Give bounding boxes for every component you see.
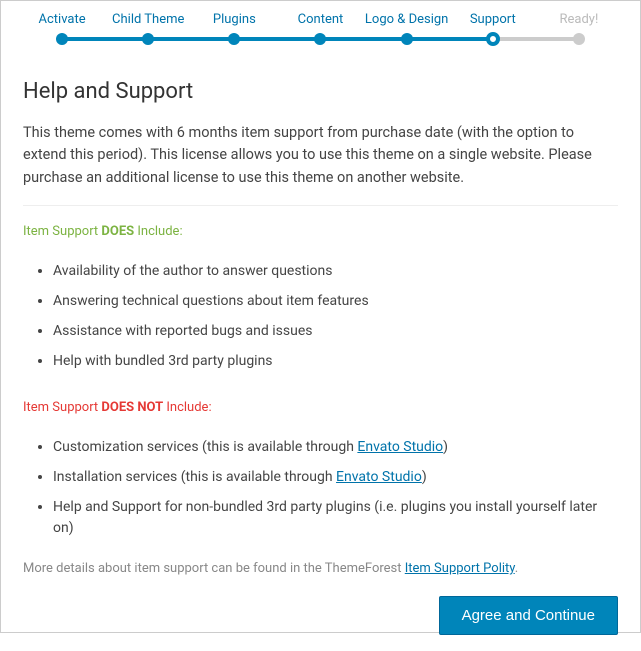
- agree-continue-button[interactable]: Agree and Continue: [439, 596, 618, 635]
- footer-note: More details about item support can be f…: [23, 561, 618, 576]
- step-dot: [401, 33, 413, 45]
- step-dot: [314, 33, 326, 45]
- step-dot-current: [486, 32, 500, 46]
- step-logo-design[interactable]: Logo & Design: [364, 11, 450, 49]
- step-label: Plugins: [213, 12, 256, 27]
- step-label: Child Theme: [112, 12, 184, 27]
- list-text: ): [422, 469, 427, 485]
- header-strong: DOES NOT: [101, 400, 163, 415]
- step-label: Support: [470, 12, 516, 27]
- list-item: Answering technical questions about item…: [53, 291, 618, 312]
- list-text: Customization services (this is availabl…: [53, 439, 357, 455]
- step-dot: [56, 33, 68, 45]
- list-text: ): [443, 439, 448, 455]
- header-suffix: Include:: [163, 400, 211, 415]
- intro-text: This theme comes with 6 months item supp…: [23, 122, 618, 189]
- header-strong: DOES: [101, 224, 134, 239]
- content-panel: Help and Support This theme comes with 6…: [1, 49, 640, 651]
- button-row: Agree and Continue: [23, 596, 618, 635]
- step-label: Ready!: [560, 12, 599, 27]
- list-item: Help and Support for non-bundled 3rd par…: [53, 497, 618, 539]
- step-support[interactable]: Support: [450, 11, 536, 49]
- divider: [23, 205, 618, 206]
- does-not-include-list: Customization services (this is availabl…: [31, 437, 618, 539]
- list-item: Installation services (this is available…: [53, 467, 618, 488]
- list-item: Assistance with reported bugs and issues: [53, 321, 618, 342]
- header-suffix: Include:: [134, 224, 182, 239]
- footer-text: More details about item support can be f…: [23, 561, 405, 576]
- does-include-list: Availability of the author to answer que…: [31, 261, 618, 372]
- item-support-policy-link[interactable]: Item Support Polity: [405, 561, 515, 576]
- page-title: Help and Support: [23, 79, 618, 104]
- step-dot: [228, 33, 240, 45]
- list-item: Help with bundled 3rd party plugins: [53, 351, 618, 372]
- step-ready: Ready!: [536, 11, 622, 49]
- list-item: Customization services (this is availabl…: [53, 437, 618, 458]
- list-text: Installation services (this is available…: [53, 469, 336, 485]
- envato-studio-link[interactable]: Envato Studio: [336, 469, 422, 485]
- list-item: Availability of the author to answer que…: [53, 261, 618, 282]
- step-label: Content: [298, 12, 344, 27]
- wizard-steps: Activate Child Theme Plugins Content Log…: [1, 1, 640, 49]
- step-child-theme[interactable]: Child Theme: [105, 11, 191, 49]
- does-include-header: Item Support DOES Include:: [23, 224, 618, 239]
- step-dot: [142, 33, 154, 45]
- header-prefix: Item Support: [23, 400, 101, 415]
- does-not-include-header: Item Support DOES NOT Include:: [23, 400, 618, 415]
- footer-text: .: [515, 561, 518, 576]
- step-activate[interactable]: Activate: [19, 11, 105, 49]
- step-track: [62, 37, 105, 41]
- step-plugins[interactable]: Plugins: [191, 11, 277, 49]
- step-label: Logo & Design: [365, 12, 448, 27]
- envato-studio-link[interactable]: Envato Studio: [357, 439, 443, 455]
- header-prefix: Item Support: [23, 224, 101, 239]
- step-dot: [573, 33, 585, 45]
- step-label: Activate: [39, 12, 86, 27]
- step-content[interactable]: Content: [277, 11, 363, 49]
